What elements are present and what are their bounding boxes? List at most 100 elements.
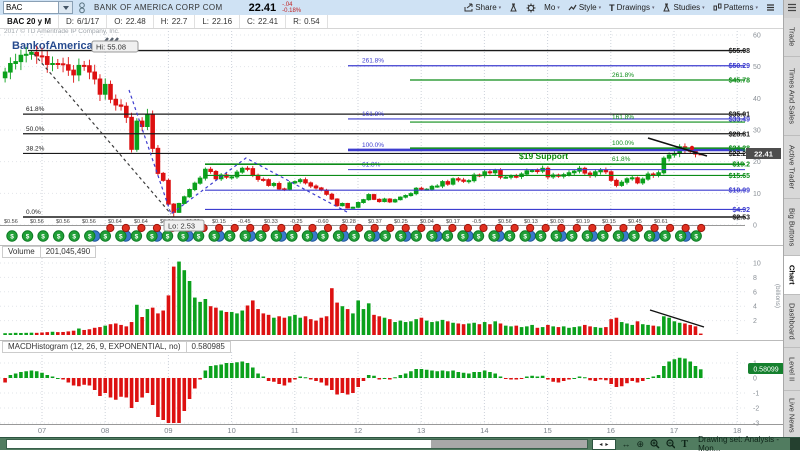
earnings-marker-icon[interactable]: [635, 224, 642, 231]
earnings-marker-icon[interactable]: [324, 224, 331, 231]
scroll-left-icon[interactable]: ◂: [599, 441, 602, 448]
candle[interactable]: [51, 63, 55, 64]
earnings-marker-icon[interactable]: [433, 224, 440, 231]
earnings-marker-icon[interactable]: [356, 224, 363, 231]
candle[interactable]: [383, 199, 387, 202]
share-button[interactable]: Share▾: [460, 3, 505, 12]
candle[interactable]: [493, 171, 497, 173]
chart-menu-button[interactable]: [762, 3, 779, 12]
candle[interactable]: [435, 186, 439, 187]
drawing-handle[interactable]: [690, 146, 694, 150]
settings-button[interactable]: [522, 3, 540, 13]
zoom-in-icon[interactable]: [650, 439, 660, 449]
candle[interactable]: [335, 199, 339, 206]
candle[interactable]: [441, 182, 445, 186]
candle[interactable]: [536, 171, 540, 172]
candle[interactable]: [330, 194, 334, 199]
earnings-marker-icon[interactable]: [573, 224, 580, 231]
candle[interactable]: [620, 182, 624, 185]
drawings-button[interactable]: T Drawings▾: [605, 3, 658, 13]
hamburger-menu-icon[interactable]: [787, 3, 797, 12]
earnings-marker-icon[interactable]: [309, 224, 316, 231]
candle[interactable]: [304, 180, 308, 183]
candle[interactable]: [45, 57, 49, 65]
earnings-marker-icon[interactable]: [698, 224, 705, 231]
candle[interactable]: [19, 55, 23, 61]
studies-button[interactable]: Studies▾: [658, 3, 708, 12]
candle[interactable]: [446, 182, 450, 185]
candle[interactable]: [240, 168, 244, 172]
candle[interactable]: [61, 64, 65, 65]
sidebar-tab-active-trader[interactable]: Active Trader: [784, 136, 800, 199]
candle[interactable]: [277, 184, 281, 189]
candle[interactable]: [161, 173, 165, 180]
reset-view-icon[interactable]: ⊕: [637, 438, 645, 450]
earnings-marker-icon[interactable]: [262, 224, 269, 231]
candle[interactable]: [109, 84, 113, 99]
earnings-marker-icon[interactable]: [651, 224, 658, 231]
candle[interactable]: [457, 179, 461, 180]
pan-icon[interactable]: ↔: [622, 438, 631, 450]
candle[interactable]: [30, 52, 34, 54]
candle[interactable]: [193, 183, 197, 189]
candle[interactable]: [14, 62, 18, 64]
candle[interactable]: [393, 200, 397, 202]
candle[interactable]: [367, 195, 371, 200]
candle[interactable]: [662, 158, 666, 173]
candle[interactable]: [341, 203, 345, 205]
candle[interactable]: [198, 178, 202, 183]
earnings-marker-icon[interactable]: [480, 224, 487, 231]
quick-study-button[interactable]: [505, 3, 522, 12]
earnings-marker-icon[interactable]: [604, 224, 611, 231]
candle[interactable]: [630, 178, 634, 179]
candle[interactable]: [298, 180, 302, 182]
sidebar-tab-trade[interactable]: Trade: [784, 18, 800, 57]
earnings-marker-icon[interactable]: [589, 224, 596, 231]
candle[interactable]: [267, 180, 271, 186]
earnings-marker-icon[interactable]: [122, 224, 129, 231]
candle[interactable]: [262, 179, 266, 180]
candle[interactable]: [514, 176, 518, 177]
earnings-marker-icon[interactable]: [558, 224, 565, 231]
candle[interactable]: [420, 188, 424, 189]
earnings-marker-icon[interactable]: [216, 224, 223, 231]
candle[interactable]: [372, 195, 376, 200]
candle[interactable]: [230, 177, 234, 178]
candle[interactable]: [288, 183, 292, 189]
candle[interactable]: [156, 148, 160, 173]
earnings-marker-icon[interactable]: [449, 224, 456, 231]
candle[interactable]: [146, 114, 150, 126]
earnings-marker-icon[interactable]: [340, 224, 347, 231]
macd-label[interactable]: MACDHistogram (12, 26, 9, EXPONENTIAL, n…: [2, 341, 187, 353]
candle[interactable]: [609, 172, 613, 181]
sidebar-tab-live-news[interactable]: Live News: [784, 391, 800, 440]
candle[interactable]: [235, 172, 239, 177]
zoom-out-icon[interactable]: [666, 439, 676, 449]
candle[interactable]: [362, 200, 366, 203]
earnings-marker-icon[interactable]: [542, 224, 549, 231]
candle[interactable]: [351, 207, 355, 208]
candle[interactable]: [182, 197, 186, 204]
candle[interactable]: [604, 170, 608, 172]
macd-study-header[interactable]: MACDHistogram (12, 26, 9, EXPONENTIAL, n…: [2, 341, 231, 353]
timeframe-dropdown[interactable]: Mo▾: [540, 3, 564, 12]
candle[interactable]: [82, 65, 86, 66]
earnings-marker-icon[interactable]: [527, 224, 534, 231]
candle[interactable]: [388, 199, 392, 202]
candle[interactable]: [151, 114, 155, 148]
sidebar-tab-chart[interactable]: Chart: [784, 256, 800, 295]
candle[interactable]: [40, 56, 44, 57]
sidebar-tab-big-buttons[interactable]: Big Buttons: [784, 199, 800, 256]
candle[interactable]: [414, 188, 418, 193]
candle[interactable]: [504, 177, 508, 178]
candle[interactable]: [98, 79, 102, 94]
earnings-marker-icon[interactable]: [402, 224, 409, 231]
candle[interactable]: [488, 172, 492, 173]
earnings-marker-icon[interactable]: [371, 224, 378, 231]
candle[interactable]: [599, 170, 603, 172]
patterns-button[interactable]: Patterns▾: [709, 3, 762, 12]
chart-canvas[interactable]: 0708091011121314151617186050403020100108…: [0, 0, 783, 437]
scroll-right-icon[interactable]: ▸: [605, 441, 608, 448]
candle[interactable]: [77, 65, 81, 75]
earnings-marker-icon[interactable]: [247, 224, 254, 231]
